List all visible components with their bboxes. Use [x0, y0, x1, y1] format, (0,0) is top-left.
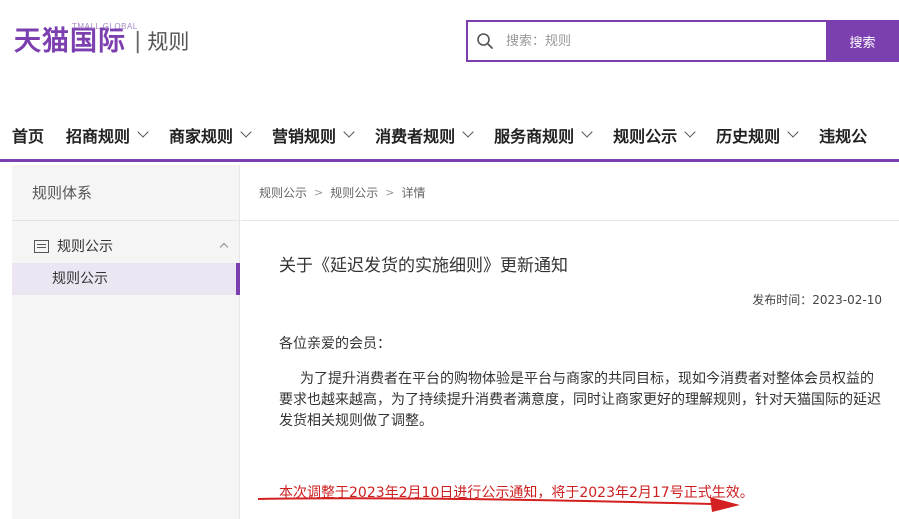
sidebar-item-rule-announcements[interactable]: 规则公示 [12, 263, 240, 295]
nav-item-label: 历史规则 [716, 126, 781, 146]
breadcrumb-current: 详情 [401, 186, 426, 200]
chevron-down-icon [684, 126, 696, 138]
logo-sub-text: 规则 [147, 30, 190, 54]
nav-item-label: 违规公 [819, 126, 868, 146]
sidebar-title: 规则体系 [12, 165, 239, 221]
sidebar: 规则体系 规则公示 规则公示 [12, 165, 240, 519]
search-bar: 搜索 [466, 20, 899, 62]
publish-time: 发布时间：2023-02-10 [752, 293, 882, 307]
nav-item-label: 首页 [12, 126, 45, 146]
nav-item-service-provider-rules[interactable]: 服务商规则 [494, 123, 593, 147]
nav-item-marketing-rules[interactable]: 营销规则 [272, 123, 355, 147]
breadcrumb-separator-icon: > [385, 186, 395, 199]
nav-item-label: 招商规则 [66, 126, 131, 146]
article-greeting: 各位亲爱的会员： [279, 336, 391, 352]
sidebar-group-label: 规则公示 [57, 239, 113, 255]
nav-item-merchant-recruit-rules[interactable]: 招商规则 [66, 123, 149, 147]
nav-item-rule-announcements[interactable]: 规则公示 [613, 123, 696, 147]
nav-item-merchant-rules[interactable]: 商家规则 [169, 123, 252, 147]
nav-item-label: 商家规则 [169, 126, 234, 146]
logo-global-text: TMALL GLOBAL [72, 22, 138, 31]
nav-item-label: 营销规则 [272, 126, 337, 146]
chevron-down-icon [581, 126, 593, 138]
article-title: 关于《延迟发货的实施细则》更新通知 [279, 256, 568, 276]
chevron-up-icon [219, 242, 229, 252]
chevron-down-icon [462, 126, 474, 138]
chevron-down-icon [343, 126, 355, 138]
breadcrumb-separator-icon: > [314, 186, 324, 199]
header: 天猫国际 TMALL GLOBAL | 规则 搜索 [0, 0, 899, 90]
breadcrumb: 规则公示 > 规则公示 > 详情 [241, 165, 899, 221]
search-input[interactable] [502, 22, 826, 60]
chevron-down-icon [240, 126, 252, 138]
chevron-down-icon [137, 126, 149, 138]
nav-item-violation-announcements[interactable]: 违规公 [819, 123, 867, 147]
search-button[interactable]: 搜索 [826, 22, 899, 60]
effective-date-notice: 本次调整于2023年2月10日进行公示通知，将于2023年2月17号正式生效。 [279, 485, 754, 501]
nav-item-consumer-rules[interactable]: 消费者规则 [375, 123, 474, 147]
site-logo[interactable]: 天猫国际 TMALL GLOBAL | 规则 [14, 22, 189, 62]
breadcrumb-item[interactable]: 规则公示 [259, 184, 307, 201]
nav-item-historical-rules[interactable]: 历史规则 [716, 123, 799, 147]
chevron-down-icon [787, 126, 799, 138]
nav-item-home[interactable]: 首页 [12, 123, 44, 147]
main-content: 规则公示 > 规则公示 > 详情 关于《延迟发货的实施细则》更新通知 发布时间：… [241, 165, 899, 519]
nav-item-label: 消费者规则 [375, 126, 456, 146]
article-paragraph: 为了提升消费者在平台的购物体验是平台与商家的共同目标，现如今消费者对整体会员权益… [279, 371, 881, 429]
breadcrumb-item[interactable]: 规则公示 [330, 184, 378, 201]
sidebar-group-rule-announcements[interactable]: 规则公示 [12, 233, 239, 259]
list-icon [34, 239, 49, 253]
search-icon [468, 22, 502, 60]
nav-item-label: 服务商规则 [494, 126, 575, 146]
nav-item-label: 规则公示 [613, 126, 678, 146]
main-nav: 首页 招商规则 商家规则 营销规则 消费者规则 服务商规则 规则公示 历史规则 … [0, 110, 899, 162]
